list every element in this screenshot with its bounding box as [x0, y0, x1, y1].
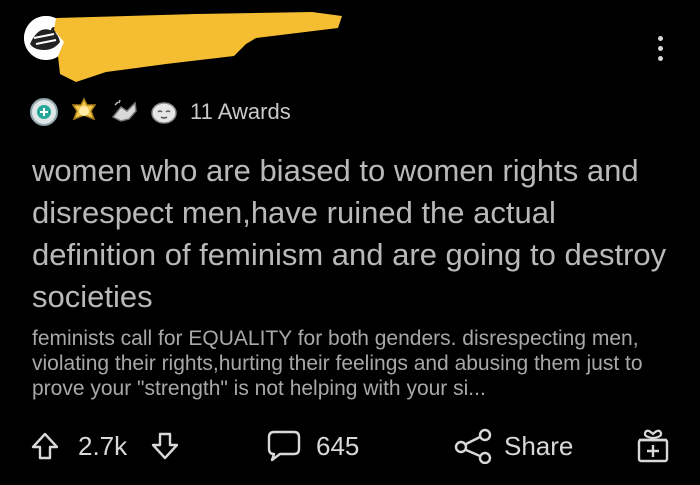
ellipsis-dot-icon — [657, 36, 663, 41]
share-nodes-icon — [454, 428, 492, 464]
awards-count-label: 11 Awards — [190, 99, 291, 124]
downvote-button[interactable] — [150, 420, 180, 472]
redaction-mark — [54, 12, 342, 82]
bravo-award-icon — [108, 96, 140, 128]
post-title[interactable]: women who are biased to women rights and… — [32, 150, 672, 318]
gift-box-icon — [637, 429, 669, 463]
comments-button[interactable]: 645 — [266, 420, 359, 472]
arrow-down-outline-icon — [151, 432, 179, 460]
more-options-button[interactable] — [654, 36, 666, 68]
comments-count-label: 645 — [316, 430, 360, 461]
helpful-award-icon — [28, 96, 60, 128]
post-body-preview[interactable]: feminists call for EQUALITY for both gen… — [32, 326, 682, 401]
share-label: Share — [504, 430, 574, 461]
speech-bubble-icon — [267, 430, 301, 462]
vote-count-label: 2.7k — [78, 430, 128, 461]
hugz-award-icon — [148, 96, 180, 128]
ellipsis-dot-icon — [657, 56, 663, 61]
upvote-button[interactable] — [30, 420, 60, 472]
share-button[interactable]: Share — [452, 420, 573, 472]
awards-row[interactable]: 11 Awards — [28, 94, 291, 130]
ellipsis-dot-icon — [657, 46, 663, 51]
give-award-button[interactable] — [636, 420, 670, 472]
vote-count: 2.7k — [78, 420, 127, 472]
arrow-up-outline-icon — [31, 432, 59, 460]
wholesome-award-icon — [68, 96, 100, 128]
action-bar: 2.7k 645 Share — [0, 420, 700, 472]
